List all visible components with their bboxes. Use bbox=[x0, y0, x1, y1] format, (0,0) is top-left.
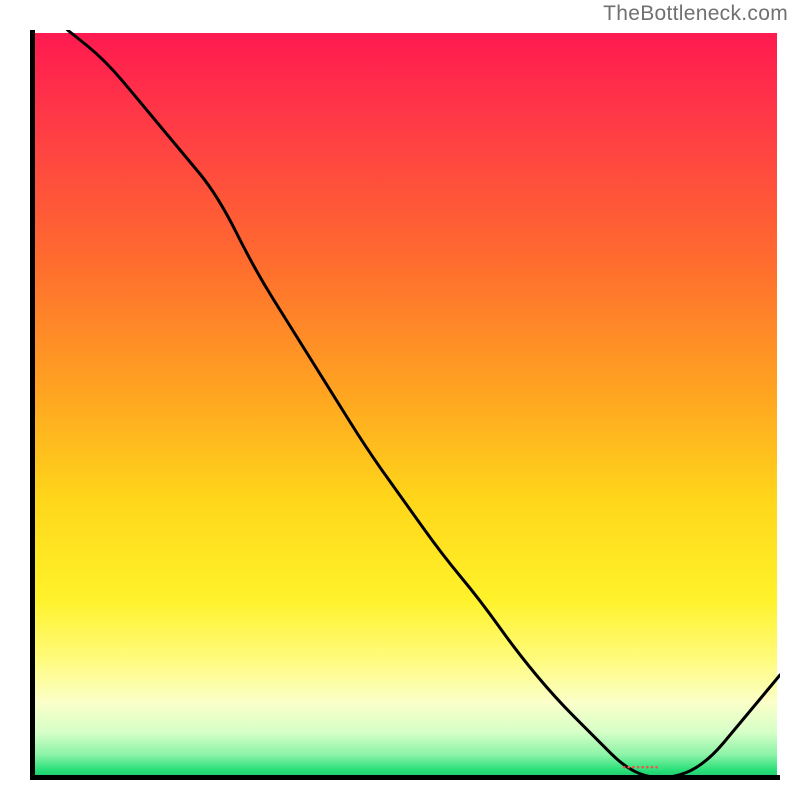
plot-area: •••••••• bbox=[30, 30, 780, 780]
x-axis bbox=[30, 775, 780, 780]
chart-container: TheBottleneck.com •••••••• bbox=[0, 0, 800, 800]
optimal-zone-marker: •••••••• bbox=[623, 762, 660, 772]
bottleneck-curve-svg bbox=[30, 30, 780, 780]
y-axis bbox=[30, 30, 35, 780]
watermark-text: TheBottleneck.com bbox=[603, 2, 788, 26]
bottleneck-curve-path bbox=[68, 30, 781, 778]
